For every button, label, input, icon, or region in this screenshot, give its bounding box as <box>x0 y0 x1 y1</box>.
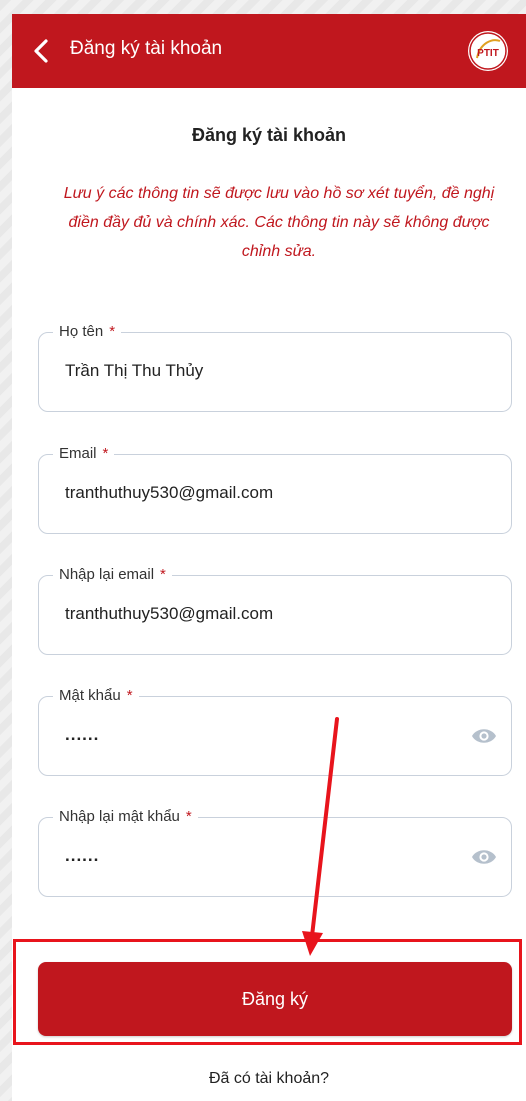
eye-icon[interactable] <box>471 847 497 867</box>
email-confirm-field[interactable]: Nhập lại email * <box>38 565 512 655</box>
fullname-field[interactable]: Họ tên * <box>38 322 512 412</box>
email-input[interactable] <box>65 480 465 506</box>
email-confirm-label: Nhập lại email * <box>53 565 172 585</box>
register-button[interactable]: Đăng ký <box>38 962 512 1036</box>
password-field[interactable]: Mật khẩu * <box>38 686 512 776</box>
password-input[interactable] <box>65 722 465 748</box>
registration-screen: Đăng ký tài khoản PTIT Đăng ký tài khoản… <box>12 14 526 1101</box>
email-label: Email * <box>53 444 115 464</box>
logo-text: PTIT <box>477 48 499 59</box>
email-field[interactable]: Email * <box>38 444 512 534</box>
app-bar: Đăng ký tài khoản PTIT <box>12 14 526 88</box>
login-link[interactable]: Đã có tài khoản? <box>12 1070 526 1088</box>
password-confirm-label: Nhập lại mật khẩu * <box>53 807 198 827</box>
ptit-logo: PTIT <box>468 31 508 71</box>
fullname-label: Họ tên * <box>53 322 122 342</box>
password-label: Mật khẩu * <box>53 686 139 706</box>
app-bar-title: Đăng ký tài khoản <box>70 38 223 59</box>
password-confirm-field[interactable]: Nhập lại mật khẩu * <box>38 807 512 897</box>
annotation-arrow <box>302 717 339 956</box>
email-confirm-input[interactable] <box>65 601 465 627</box>
fullname-input[interactable] <box>65 358 465 384</box>
page-title: Đăng ký tài khoản <box>191 125 347 145</box>
chevron-left-icon[interactable] <box>28 37 56 65</box>
notice-text: Lưu ý các thông tin sẽ được lưu vào hồ s… <box>63 185 495 260</box>
password-confirm-input[interactable] <box>65 843 465 869</box>
eye-icon[interactable] <box>471 726 497 746</box>
